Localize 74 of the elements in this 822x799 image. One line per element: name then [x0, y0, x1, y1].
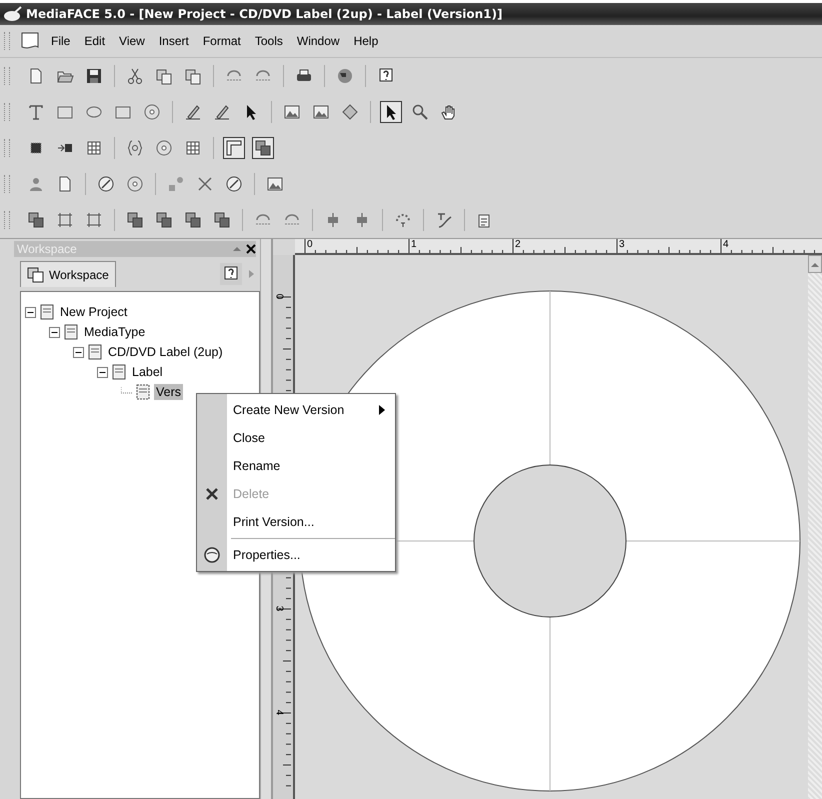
cross-icon[interactable]	[196, 175, 214, 193]
menu-item[interactable]: Tools	[250, 32, 288, 50]
node-icon	[38, 303, 56, 321]
curve-text-icon[interactable]	[394, 211, 412, 229]
menu-item[interactable]: Close	[227, 431, 395, 445]
image-icon[interactable]	[283, 103, 301, 121]
disc-icon[interactable]	[126, 175, 144, 193]
node-icon	[110, 363, 128, 381]
ruler-label: 4	[723, 240, 729, 250]
paste-icon[interactable]	[184, 67, 202, 85]
up-arrow-icon	[811, 262, 819, 266]
node-icon	[62, 323, 80, 341]
scroll-up-button[interactable]	[808, 255, 822, 273]
layers-icon	[27, 266, 45, 284]
text-tool-icon[interactable]	[27, 103, 45, 121]
ruler-label: 0	[307, 240, 313, 250]
pencil-icon[interactable]	[184, 103, 202, 121]
menu-item[interactable]: Print Version...	[227, 515, 395, 529]
tree-item[interactable]: CD/DVD Label (2up)	[106, 344, 225, 360]
disc-icon[interactable]	[155, 139, 173, 157]
layers-icon[interactable]	[155, 211, 173, 229]
menu-item[interactable]: Edit	[79, 32, 110, 50]
menu-item[interactable]: Help	[348, 32, 384, 50]
menu-item[interactable]: File	[46, 32, 76, 50]
picture-icon[interactable]	[312, 103, 330, 121]
menu-item[interactable]: Insert	[154, 32, 194, 50]
menu-item[interactable]: Format	[198, 32, 246, 50]
collapse-icon[interactable]	[97, 366, 108, 378]
save-icon[interactable]	[85, 67, 103, 85]
ruler-label: 4	[273, 710, 284, 716]
collapse-icon[interactable]	[25, 306, 36, 318]
copy-icon[interactable]	[155, 67, 173, 85]
menu-item[interactable]: Rename	[227, 459, 395, 473]
image-icon[interactable]	[266, 175, 284, 193]
layers-icon[interactable]	[213, 211, 231, 229]
page-icon	[134, 383, 152, 401]
ruler-icon[interactable]	[225, 139, 243, 157]
pen-icon[interactable]	[213, 103, 231, 121]
cut-icon[interactable]	[126, 67, 144, 85]
menu-item[interactable]: Create New Version	[227, 403, 379, 417]
grid-icon[interactable]	[85, 139, 103, 157]
variable-icon[interactable]	[126, 139, 144, 157]
collapse-icon[interactable]	[73, 346, 84, 358]
text-path-icon[interactable]	[435, 211, 453, 229]
collapse-icon[interactable]	[49, 326, 60, 338]
menu-item[interactable]: Properties...	[227, 548, 395, 562]
disc-icon	[203, 546, 221, 564]
tree-item[interactable]: MediaType	[82, 324, 148, 340]
delete-icon	[205, 487, 219, 501]
app-logo-icon	[3, 6, 23, 22]
node-icon	[86, 343, 104, 361]
circle-icon[interactable]	[143, 103, 161, 121]
ruler-label: 3	[273, 606, 284, 612]
frame-icon[interactable]	[85, 211, 103, 229]
diamond-icon[interactable]	[341, 103, 359, 121]
group-icon[interactable]	[27, 211, 45, 229]
ruler-label: 2	[515, 240, 521, 250]
tree-item[interactable]: Label	[130, 364, 165, 380]
window-title: MediaFACE 5.0 - [New Project - CD/DVD Label (2up) - Label (Version1)]	[26, 7, 502, 21]
search-icon[interactable]	[411, 103, 429, 121]
layers-icon[interactable]	[184, 211, 202, 229]
tree-item[interactable]: New Project	[58, 304, 130, 320]
layers-icon[interactable]	[126, 211, 144, 229]
menu-item[interactable]: View	[114, 32, 150, 50]
ruler-label: 3	[619, 240, 625, 250]
ruler-label: 1	[411, 240, 417, 250]
frame-icon[interactable]	[56, 211, 74, 229]
menu-item[interactable]: Window	[292, 32, 345, 50]
table-icon[interactable]	[184, 139, 202, 157]
tree-item[interactable]: Vers	[154, 384, 184, 400]
ruler-label: 0	[273, 294, 284, 300]
layers-icon[interactable]	[254, 139, 272, 157]
close-icon[interactable]	[246, 244, 256, 254]
workspace-tab[interactable]: Workspace	[20, 261, 116, 287]
